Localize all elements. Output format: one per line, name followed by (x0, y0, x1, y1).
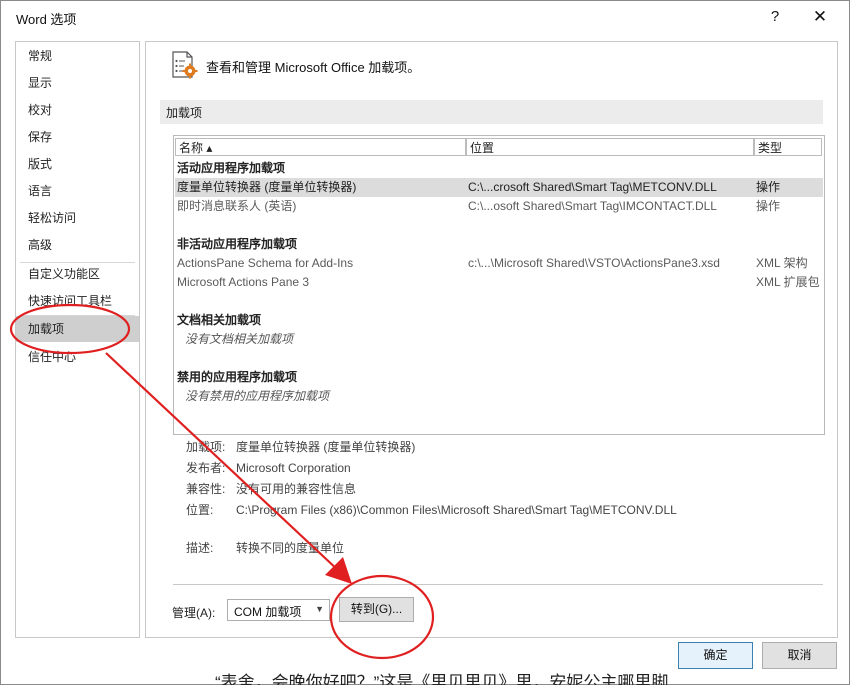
addin-location: c:\...\Microsoft Shared\VSTO\ActionsPane… (468, 256, 720, 270)
section-title: 加载项 (166, 106, 203, 120)
options-sidebar: 常规 显示 校对 保存 版式 语言 轻松访问 高级 自定义功能区 快速访问工具栏… (15, 41, 140, 638)
background-text: “表舍，会晚你好吧？”这是《里贝里贝》里，安妮公主哪里脚 (215, 673, 669, 685)
sidebar-item-display[interactable]: 显示 (16, 70, 139, 96)
table-row[interactable]: 即时消息联系人 (英语) C:\...osoft Shared\Smart Ta… (175, 197, 823, 216)
sidebar-item-addins[interactable]: 加载项 (16, 316, 139, 342)
sidebar-item-language[interactable]: 语言 (16, 178, 139, 204)
group-header: 禁用的应用程序加载项 (177, 370, 298, 384)
sidebar-item-advanced[interactable]: 高级 (16, 232, 139, 258)
addin-location: C:\...osoft Shared\Smart Tag\IMCONTACT.D… (468, 199, 717, 213)
addin-name: 度量单位转换器 (度量单位转换器) (177, 180, 357, 194)
addin-name: Microsoft Actions Pane 3 (177, 275, 310, 289)
addin-location: C:\...crosoft Shared\Smart Tag\METCONV.D… (468, 180, 717, 194)
group-header: 非活动应用程序加载项 (177, 237, 298, 251)
gear-addin-icon (172, 51, 198, 79)
sidebar-item-trust-center[interactable]: 信任中心 (16, 344, 139, 370)
table-row[interactable]: 度量单位转换器 (度量单位转换器) C:\...crosoft Shared\S… (175, 178, 823, 197)
word-options-dialog: Word 选项 ? ✕ 常规 显示 校对 保存 版式 语言 轻松访问 高级 自定… (0, 0, 850, 685)
manage-dropdown-value: COM 加载项 (234, 605, 302, 619)
window-title: Word 选项 (16, 12, 77, 27)
column-header-type[interactable]: 类型 (754, 138, 822, 156)
addin-name: ActionsPane Schema for Add-Ins (177, 256, 354, 270)
column-header-location[interactable]: 位置 (466, 138, 754, 156)
background-document: “表舍，会晚你好吧？”这是《里贝里贝》里，安妮公主哪里脚 (0, 672, 850, 685)
chevron-down-icon: ▼ (315, 604, 324, 614)
page-title: 查看和管理 Microsoft Office 加载项。 (206, 60, 421, 75)
sidebar-item-accessibility[interactable]: 轻松访问 (16, 205, 139, 231)
sidebar-item-customize-ribbon[interactable]: 自定义功能区 (16, 261, 139, 287)
close-button[interactable]: ✕ (807, 5, 833, 29)
help-button[interactable]: ? (762, 5, 788, 29)
ok-button[interactable]: 确定 (678, 642, 753, 669)
empty-message: 没有文档相关加载项 (185, 332, 294, 346)
table-row[interactable]: Microsoft Actions Pane 3 XML 扩展包 (175, 273, 823, 292)
addin-type: 操作 (756, 180, 781, 194)
addin-type: 操作 (756, 199, 781, 213)
title-bar: Word 选项 ? ✕ (1, 1, 849, 33)
column-header-name[interactable]: 名称 ▴ (175, 138, 466, 156)
addin-type: XML 架构 (756, 256, 808, 270)
divider (173, 584, 823, 585)
section-header: 加载项 (160, 100, 823, 124)
sidebar-item-proofing[interactable]: 校对 (16, 97, 139, 123)
addin-type: XML 扩展包 (756, 275, 820, 289)
group-header: 活动应用程序加载项 (177, 161, 286, 175)
addin-name: 即时消息联系人 (英语) (177, 199, 297, 213)
addins-panel: 查看和管理 Microsoft Office 加载项。 加载项 名称 ▴ 位置 … (145, 41, 838, 638)
sidebar-item-general[interactable]: 常规 (16, 43, 139, 69)
empty-message: 没有禁用的应用程序加载项 (185, 389, 330, 403)
sidebar-item-save[interactable]: 保存 (16, 124, 139, 150)
addins-list: 名称 ▴ 位置 类型 活动应用程序加载项 度量单位转换器 (度量单位转换器) C… (173, 135, 825, 435)
group-header: 文档相关加载项 (177, 313, 262, 327)
manage-dropdown[interactable]: COM 加载项 ▼ (227, 599, 330, 621)
sidebar-item-typography[interactable]: 版式 (16, 151, 139, 177)
goto-button[interactable]: 转到(G)... (339, 597, 414, 622)
sidebar-item-quick-access-toolbar[interactable]: 快速访问工具栏 (16, 288, 139, 314)
manage-label: 管理(A): (172, 606, 216, 620)
cancel-button[interactable]: 取消 (762, 642, 837, 669)
table-row[interactable]: ActionsPane Schema for Add-Ins c:\...\Mi… (175, 254, 823, 273)
